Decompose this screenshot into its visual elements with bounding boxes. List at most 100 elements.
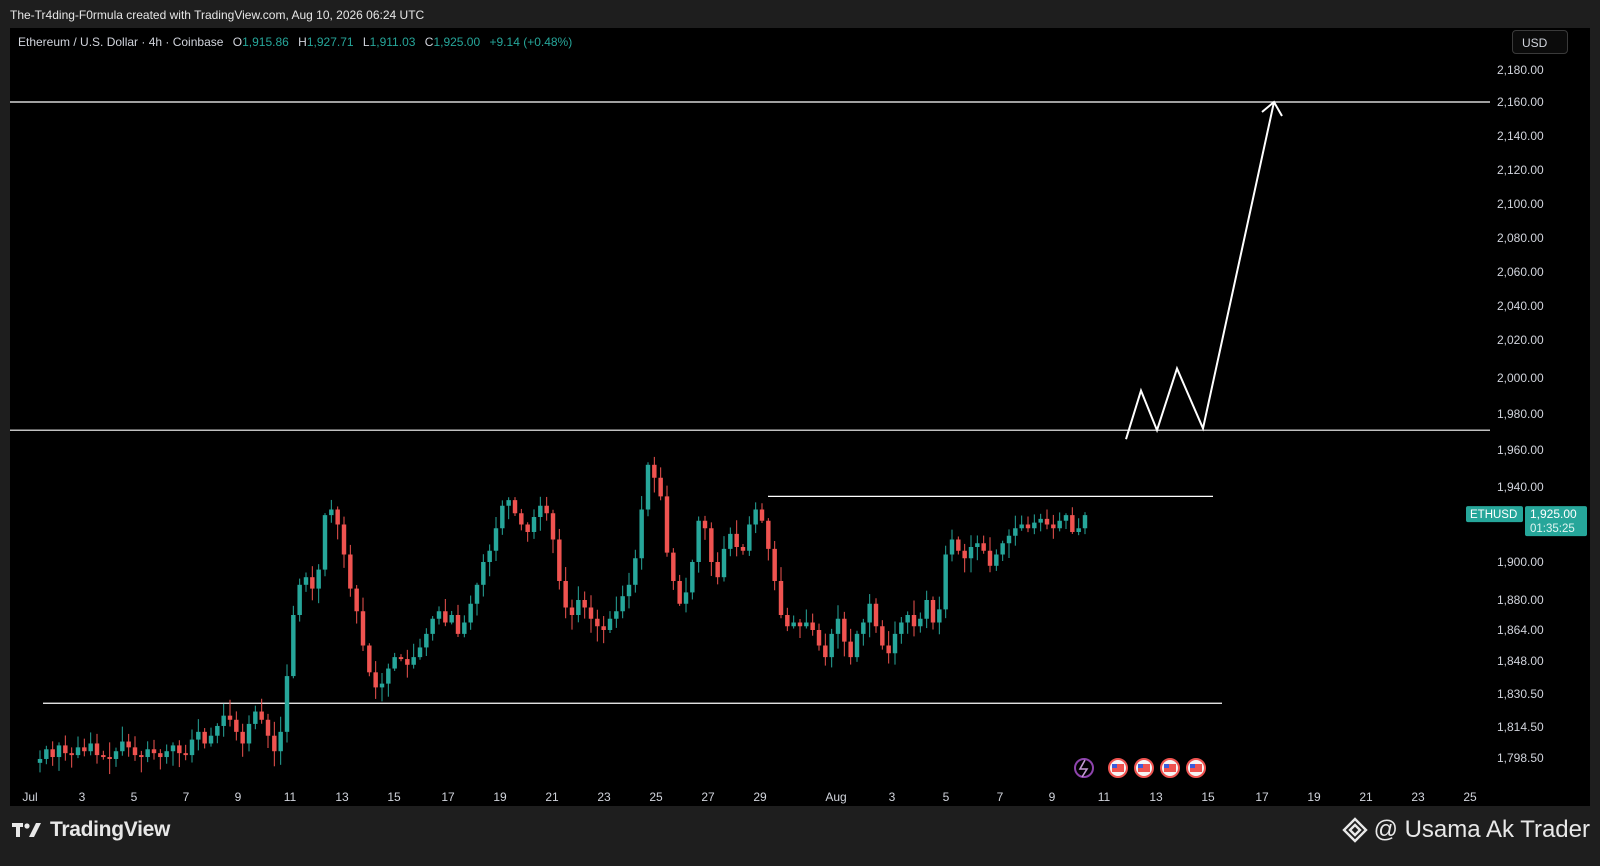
- x-tick-label: Aug: [825, 790, 846, 804]
- binance-icon: [1341, 817, 1368, 843]
- y-tick-label: 1,830.50: [1497, 687, 1544, 701]
- candle-body: [37, 758, 43, 763]
- candle-body: [512, 500, 518, 514]
- candle-body: [310, 577, 315, 589]
- candle-body: [810, 622, 815, 630]
- candle-body: [1057, 520, 1062, 529]
- candle-body: [747, 524, 752, 551]
- candle-body: [50, 749, 55, 758]
- candle-body: [949, 539, 955, 555]
- candle-body: [297, 584, 302, 615]
- candle-body: [544, 505, 549, 514]
- candle-body: [158, 753, 163, 758]
- candle-body: [696, 520, 701, 562]
- candle-body: [455, 615, 461, 634]
- candle-body: [126, 741, 131, 748]
- candle-body: [880, 626, 885, 646]
- candle-body: [930, 600, 936, 623]
- candle-body: [151, 749, 157, 754]
- candle-body: [1000, 543, 1005, 555]
- candle-body: [500, 505, 505, 529]
- candle-body: [101, 755, 106, 758]
- candle-body: [88, 743, 93, 752]
- x-tick-label: 5: [131, 790, 138, 804]
- candle-body: [690, 562, 695, 593]
- candle-body: [474, 584, 480, 604]
- candle-body: [588, 607, 594, 619]
- candle-body: [278, 731, 283, 752]
- candle-body: [417, 647, 423, 658]
- candle-body: [664, 496, 670, 553]
- candle-body: [829, 633, 834, 658]
- candle-body: [721, 548, 727, 578]
- tradingview-logo[interactable]: TradingView: [12, 818, 170, 842]
- ohlc-legend: Ethereum / U.S. Dollar · 4h · Coinbase O…: [18, 35, 572, 49]
- candle-body: [227, 715, 233, 720]
- events-lightning-glyph: [1078, 759, 1089, 778]
- candle-body: [56, 745, 62, 758]
- candle-body: [145, 749, 150, 758]
- candle-body: [253, 711, 258, 724]
- candle-body: [196, 731, 201, 740]
- candle-body: [962, 550, 967, 559]
- candle-body: [69, 753, 74, 756]
- candle-body: [861, 622, 866, 634]
- x-tick-label: 9: [235, 790, 242, 804]
- author-name: @ Usama Ak Trader: [1373, 816, 1590, 843]
- y-tick-label: 2,120.00: [1497, 163, 1544, 177]
- candle-body: [905, 615, 910, 623]
- us-flag-canton-icon: [1164, 764, 1169, 768]
- x-tick-label: 7: [997, 790, 1004, 804]
- close-value: 1,925.00: [433, 35, 481, 49]
- candle-body: [335, 509, 340, 525]
- x-tick-label: 19: [1307, 790, 1321, 804]
- y-tick-label: 1,880.00: [1497, 593, 1544, 607]
- bar-countdown-label: 01:35:25: [1530, 523, 1575, 535]
- candle-body: [968, 547, 974, 559]
- x-tick-label: 27: [701, 790, 715, 804]
- x-tick-label: 25: [649, 790, 663, 804]
- candle-body: [854, 633, 860, 658]
- candle-body: [322, 515, 328, 570]
- candle-body: [740, 547, 746, 551]
- candle-body: [284, 676, 290, 732]
- candle-body: [1025, 524, 1031, 529]
- candle-body: [443, 611, 448, 623]
- candle-body: [873, 603, 879, 627]
- x-tick-label: 3: [79, 790, 86, 804]
- candle-body: [246, 723, 252, 744]
- y-tick-label: 2,140.00: [1497, 129, 1544, 143]
- candle-body: [398, 657, 404, 660]
- candle-body: [411, 657, 416, 665]
- candle-body: [63, 745, 68, 754]
- candle-body: [652, 464, 657, 478]
- price-chart[interactable]: 2,180.00 2,160.00 2,140.00 2,120.00 2,100.00…: [0, 0, 1600, 806]
- ticker-label: ETHUSD: [1470, 509, 1517, 521]
- candle-body: [424, 633, 429, 648]
- candle-body: [487, 550, 492, 562]
- legend-symbol: Ethereum / U.S. Dollar · 4h · Coinbase: [18, 35, 224, 49]
- x-tick-label: 23: [1411, 790, 1425, 804]
- candle-body: [899, 622, 904, 634]
- y-tick-label: 2,000.00: [1497, 371, 1544, 385]
- candle-body: [82, 747, 87, 752]
- x-tick-label: 17: [1255, 790, 1269, 804]
- y-tick-label: 2,100.00: [1497, 197, 1544, 211]
- y-tick-label: 1,940.00: [1497, 480, 1544, 494]
- candle-body: [316, 569, 321, 589]
- x-tick-label: 29: [753, 790, 767, 804]
- candle-body: [639, 509, 644, 559]
- candle-body: [392, 657, 397, 669]
- x-tick-label: Jul: [22, 790, 37, 804]
- candle-body: [918, 618, 923, 627]
- candle-body: [994, 554, 999, 566]
- projection-path[interactable]: [1125, 101, 1275, 440]
- y-tick-label: 2,040.00: [1497, 299, 1544, 313]
- candle-body: [44, 749, 49, 759]
- y-tick-label: 1,864.00: [1497, 623, 1544, 637]
- candle-body: [1051, 524, 1056, 529]
- candle-body: [386, 668, 391, 684]
- currency-button[interactable]: USD: [1512, 30, 1568, 54]
- candle-body: [620, 596, 625, 612]
- candle-body: [569, 607, 575, 615]
